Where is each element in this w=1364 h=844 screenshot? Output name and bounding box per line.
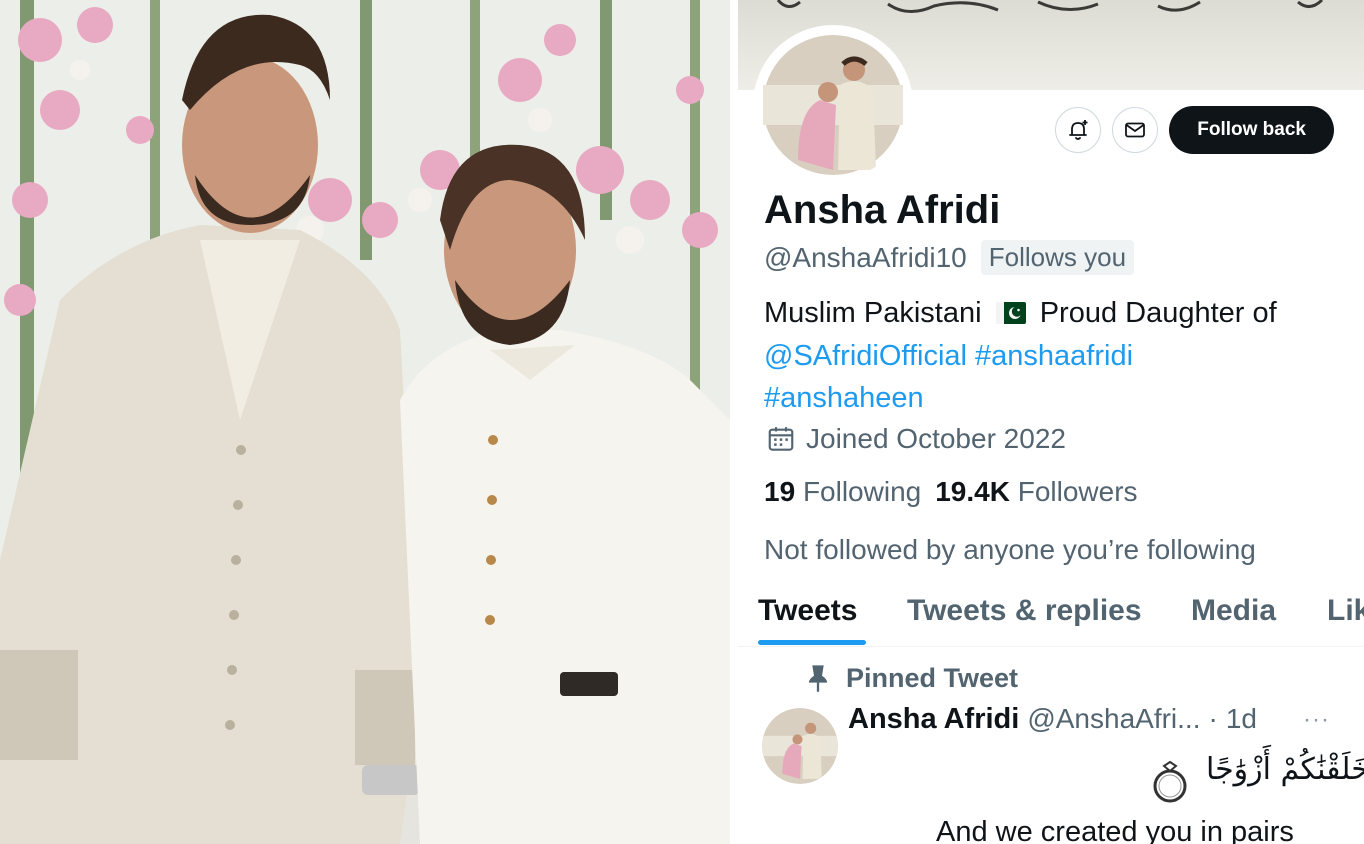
display-name: Ansha Afridi xyxy=(764,188,1001,232)
wedding-photo xyxy=(0,0,730,844)
avatar-photo xyxy=(762,708,838,784)
tweet-timestamp[interactable]: 1d xyxy=(1226,703,1257,735)
tweet-author-name[interactable]: Ansha Afridi xyxy=(848,703,1019,736)
pinned-tweet-label: Pinned Tweet xyxy=(846,662,1019,693)
bio-mention-link[interactable]: @SAfridiOfficial xyxy=(764,340,967,372)
pin-icon xyxy=(808,665,828,692)
follows-you-badge: Follows you xyxy=(980,240,1135,275)
tweet-arabic-text: وَخَلَقْنَٰكُمْ أَزْوَٰجًا xyxy=(1158,752,1364,787)
profile-actions: Follow back xyxy=(1055,106,1334,154)
followers-link[interactable]: 19.4K Followers xyxy=(935,476,1137,508)
photo-illustration xyxy=(0,0,730,844)
following-label: Following xyxy=(802,476,922,507)
profile-tabs: Tweets Tweets & replies Media Lik xyxy=(738,586,1364,647)
tab-tweets-replies[interactable]: Tweets & replies xyxy=(907,594,1142,628)
bell-plus-icon xyxy=(1069,120,1088,140)
pakistan-flag-icon xyxy=(995,302,1026,324)
bio-hashtag-link[interactable]: #anshaafridi xyxy=(975,340,1133,372)
profile-bio: Muslim Pakistani Proud Daughter of @SAfr… xyxy=(764,292,1344,420)
joined-date: Joined October 2022 xyxy=(806,423,1066,454)
followers-label: Followers xyxy=(1017,476,1138,507)
avatar-photo xyxy=(763,35,903,175)
tweet-text: And we created you in pairs xyxy=(936,816,1294,844)
bio-text-2: Proud Daughter of xyxy=(1039,297,1277,329)
follow-stats: 19 Following 19.4K Followers xyxy=(764,476,1138,508)
message-button[interactable] xyxy=(1112,107,1159,153)
tweet-separator: · xyxy=(1208,703,1218,734)
joined-row: Joined October 2022 xyxy=(766,423,1066,455)
not-followed-notice: Not followed by anyone you’re following xyxy=(764,534,1256,565)
following-count: 19 xyxy=(764,476,796,507)
pinned-indicator: Pinned Tweet xyxy=(804,662,1018,694)
tab-media[interactable]: Media xyxy=(1191,594,1276,628)
bio-text-1: Muslim Pakistani xyxy=(764,297,982,329)
tweet-header: Ansha Afridi @AnshaAfri... · 1d xyxy=(848,703,1257,736)
tab-likes[interactable]: Lik xyxy=(1327,594,1364,628)
calendar-icon xyxy=(768,427,794,451)
envelope-icon xyxy=(1125,122,1146,138)
twitter-profile-panel: Follow back Ansha Afridi @AnshaAfridi10 … xyxy=(738,0,1364,844)
tweet-author-handle[interactable]: @AnshaAfri... xyxy=(1027,703,1200,735)
tab-tweets[interactable]: Tweets xyxy=(758,594,857,628)
tweet-author-avatar[interactable] xyxy=(762,708,838,784)
tweet-arabic: وَخَلَقْنَٰكُمْ أَزْوَٰجًا xyxy=(1206,752,1364,787)
bio-hashtag-link[interactable]: #anshaheen xyxy=(764,382,924,414)
following-link[interactable]: 19 Following xyxy=(764,476,921,508)
profile-avatar[interactable] xyxy=(758,30,908,180)
follow-back-button[interactable]: Follow back xyxy=(1169,106,1334,154)
panel-divider xyxy=(730,0,738,844)
handle-row: @AnshaAfridi10 Follows you xyxy=(764,240,1135,275)
active-tab-indicator xyxy=(758,640,866,645)
notify-button[interactable] xyxy=(1055,107,1102,153)
followers-count: 19.4K xyxy=(935,476,1010,507)
more-options-button[interactable]: ··· xyxy=(1303,706,1330,734)
profile-handle: @AnshaAfridi10 xyxy=(764,241,967,273)
